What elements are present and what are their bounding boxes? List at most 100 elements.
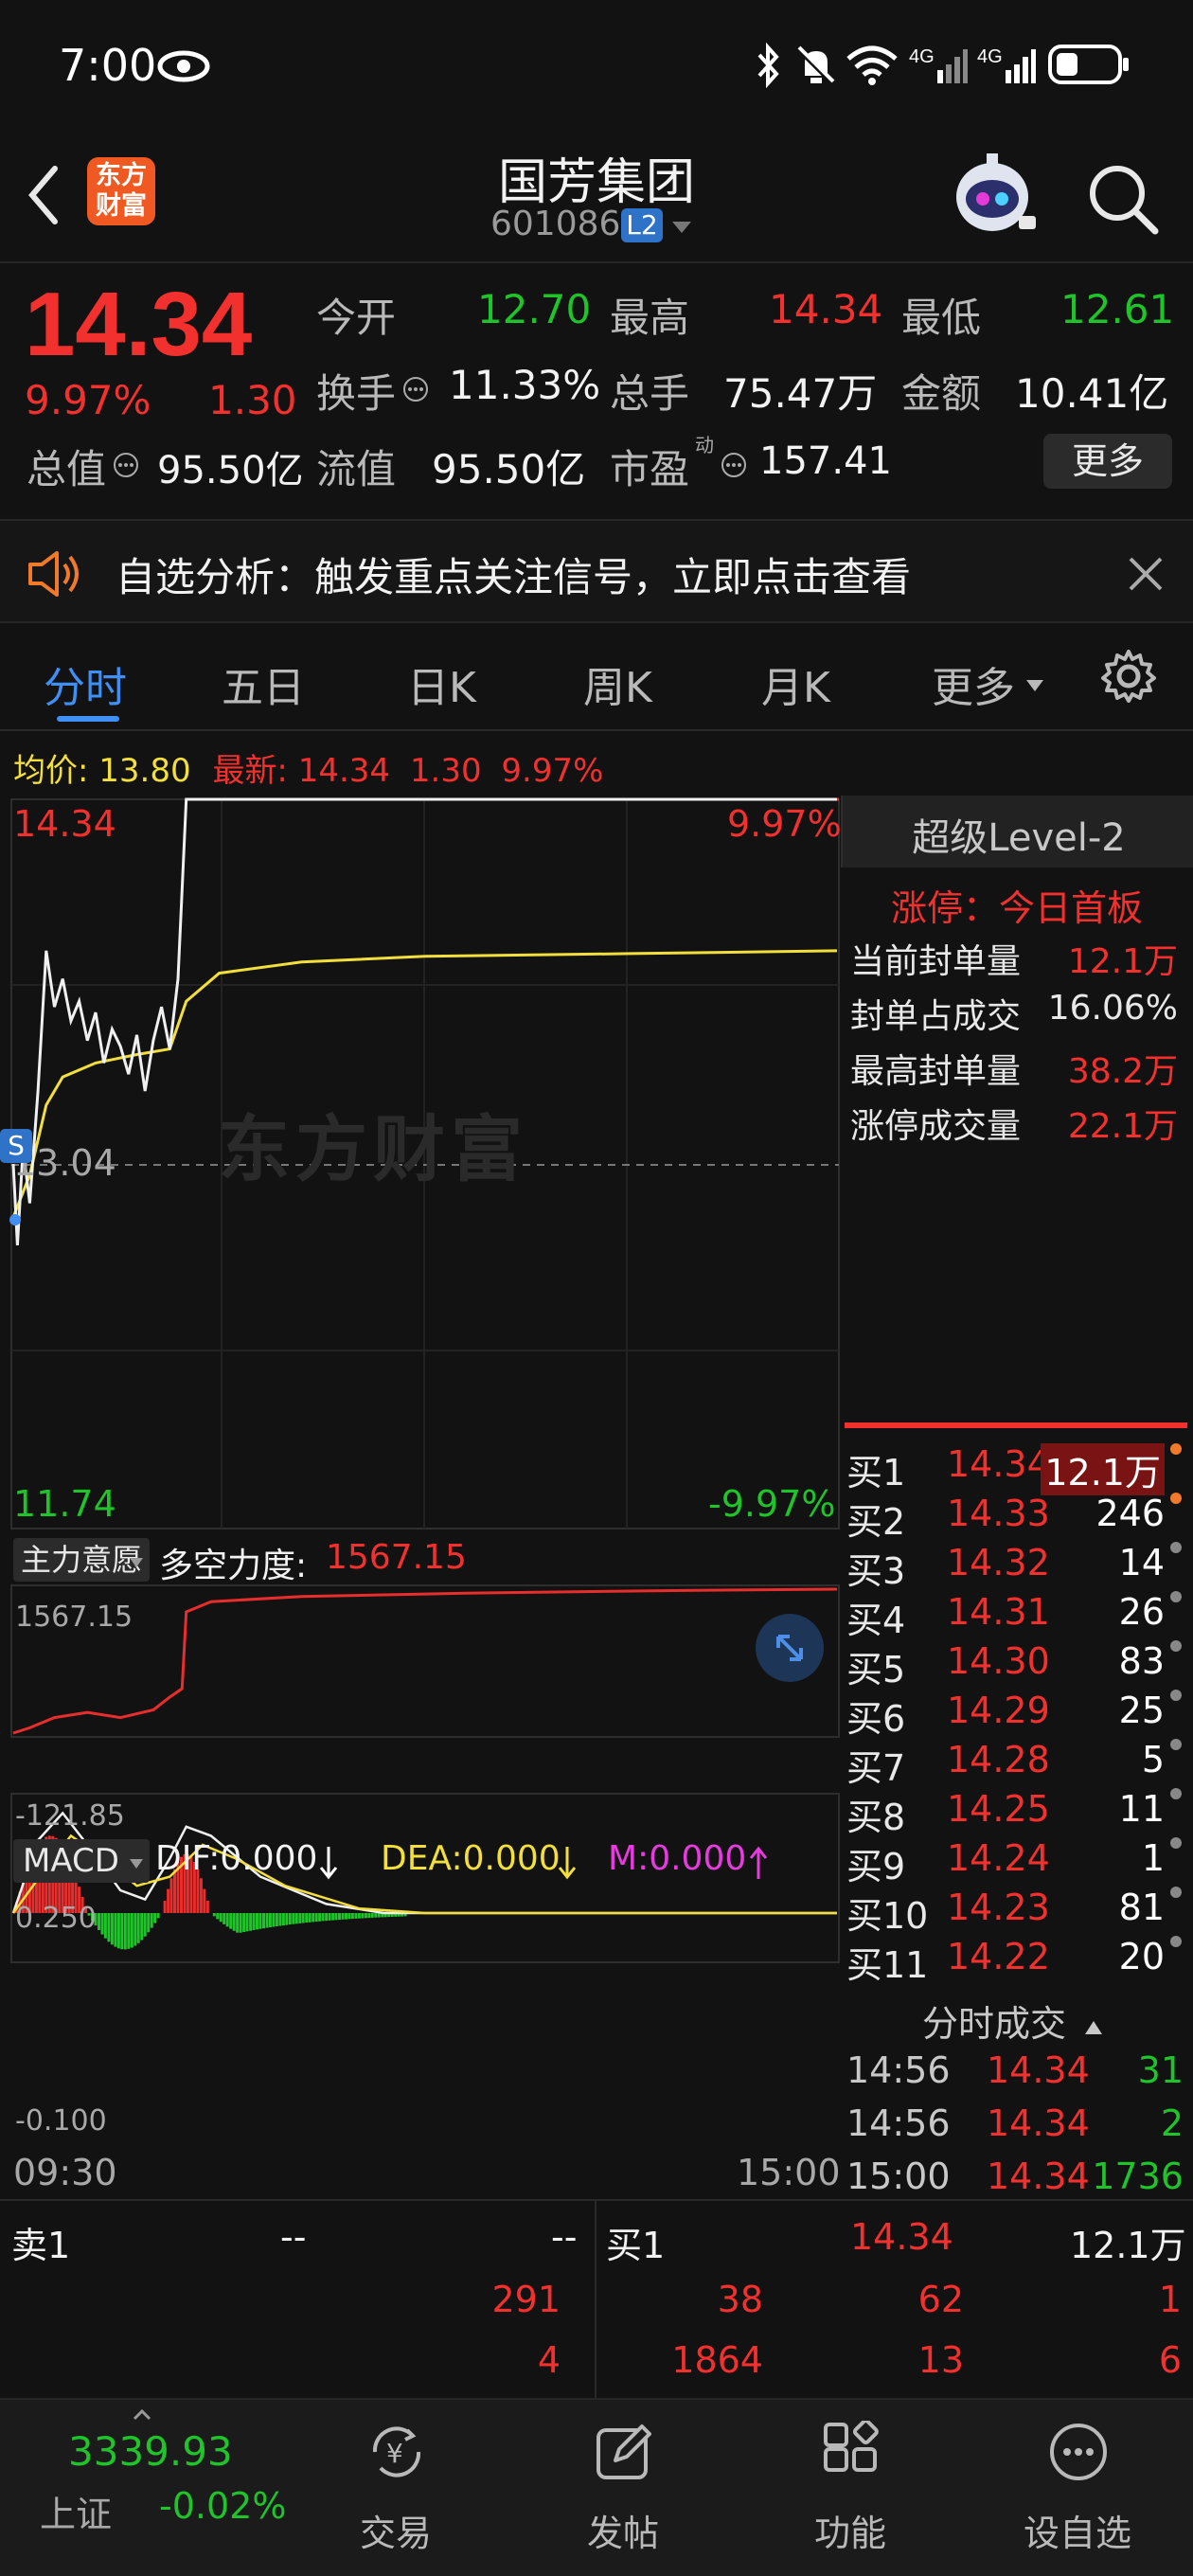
limit-up-status: 涨停：今日首板 bbox=[890, 887, 1143, 929]
active-tab-indicator bbox=[57, 716, 119, 722]
close-icon[interactable] bbox=[1127, 555, 1165, 593]
status-dot bbox=[1170, 1493, 1182, 1504]
orderbook-level: 买6 bbox=[846, 1698, 906, 1740]
avg-label: 均价: bbox=[13, 752, 89, 790]
orderbook-row[interactable]: 买10 14.23 81 bbox=[845, 1887, 1193, 1937]
orderbook-row[interactable]: 买2 14.33 246 bbox=[845, 1493, 1193, 1543]
tick-row: 14:56 14.34 31 bbox=[846, 2049, 1193, 2099]
tick-price: 14.34 bbox=[987, 2156, 1090, 2197]
orderbook-row[interactable]: 买7 14.28 5 bbox=[845, 1739, 1193, 1789]
arrow-down-icon bbox=[558, 1847, 577, 1880]
analysis-banner[interactable]: 自选分析：触发重点关注信号，立即点击查看 bbox=[0, 519, 1193, 623]
index-value[interactable]: 3339.93 bbox=[68, 2428, 233, 2475]
index-pct[interactable]: -0.02% bbox=[159, 2485, 286, 2527]
tick-time: 15:00 bbox=[846, 2156, 951, 2197]
last-price: 14.34 bbox=[25, 274, 253, 375]
amount-label: 金额 bbox=[901, 370, 982, 417]
chevron-down-icon[interactable] bbox=[670, 220, 693, 235]
macd-m: M:0.000 bbox=[608, 1839, 747, 1878]
logo-text-1: 东方 bbox=[96, 161, 147, 190]
tab-weekly-k[interactable]: 周K bbox=[583, 653, 652, 714]
bottom-book-cell: 4 bbox=[537, 2339, 561, 2381]
tab-daily-k[interactable]: 日K bbox=[407, 653, 476, 714]
svg-text:4G: 4G bbox=[909, 46, 935, 67]
nav-add-watchlist-label: 设自选 bbox=[1023, 2513, 1131, 2554]
level2-stat-label: 当前封单量 bbox=[850, 942, 1022, 981]
level2-stat-label: 涨停成交量 bbox=[850, 1107, 1022, 1146]
orderbook-row[interactable]: 买5 14.30 83 bbox=[845, 1640, 1193, 1690]
high-value: 14.34 bbox=[769, 286, 883, 332]
latest-pct: 9.97% bbox=[501, 752, 604, 790]
status-bar: 7:00 4G 4G bbox=[0, 0, 1193, 142]
level2-title-bar[interactable]: 超级Level-2 bbox=[841, 796, 1193, 868]
expand-icon[interactable] bbox=[754, 1612, 826, 1684]
eastmoney-logo[interactable]: 东方 财富 bbox=[87, 157, 155, 225]
chevron-up-icon[interactable] bbox=[133, 2409, 151, 2421]
ticks-title-text: 分时成交 bbox=[921, 2003, 1066, 2045]
signal-badge[interactable]: S bbox=[0, 1129, 32, 1163]
level2-stat-value: 38.2万 bbox=[1067, 1052, 1178, 1091]
wifi-icon bbox=[846, 45, 898, 85]
ticks-title[interactable]: 分时成交 bbox=[852, 1995, 1174, 2047]
svg-text:¥: ¥ bbox=[386, 2438, 403, 2469]
signal-4g-icon: 4G bbox=[909, 46, 968, 83]
chart-bottom-price: 11.74 bbox=[13, 1483, 116, 1525]
avg-value: 13.80 bbox=[98, 752, 191, 790]
status-dot bbox=[1170, 1837, 1182, 1849]
status-dot bbox=[1170, 1739, 1182, 1750]
orderbook-row[interactable]: 买9 14.24 1 bbox=[845, 1837, 1193, 1887]
orderbook-row[interactable]: 买4 14.31 26 bbox=[845, 1591, 1193, 1641]
dropdown-arrow-icon[interactable] bbox=[129, 1557, 144, 1568]
chart-top-pct: 9.97% bbox=[727, 803, 842, 845]
status-dot bbox=[1170, 1690, 1182, 1701]
start-time: 09:30 bbox=[13, 2152, 117, 2193]
float-label: 流值 bbox=[316, 446, 397, 492]
info-icon[interactable] bbox=[112, 451, 140, 479]
high-label: 最高 bbox=[610, 295, 690, 341]
gear-icon[interactable] bbox=[1100, 648, 1157, 705]
orderbook-row[interactable]: 买6 14.29 25 bbox=[845, 1690, 1193, 1740]
stock-header: 东方 财富 国芳集团 601086 L2 bbox=[0, 142, 1193, 263]
l2-badge: L2 bbox=[621, 208, 663, 242]
orderbook-price: 14.23 bbox=[947, 1887, 1050, 1928]
info-icon[interactable] bbox=[401, 375, 430, 403]
info-icon[interactable] bbox=[720, 451, 748, 479]
orderbook-row[interactable]: 买11 14.22 20 bbox=[845, 1936, 1193, 1986]
orderbook-price: 14.33 bbox=[947, 1493, 1050, 1534]
tab-five-day[interactable]: 五日 bbox=[222, 653, 305, 714]
dropdown-arrow-icon[interactable] bbox=[1024, 678, 1045, 693]
watermark: 东方财富 bbox=[218, 1107, 528, 1191]
orderbook-qty: 26 bbox=[1118, 1591, 1165, 1633]
buy1-label: 买1 bbox=[606, 2225, 666, 2266]
tab-intraday[interactable]: 分时 bbox=[44, 653, 127, 714]
robot-assistant-icon[interactable] bbox=[947, 150, 1038, 241]
orderbook-level: 买7 bbox=[846, 1747, 906, 1789]
indicator-label: 多空力度: bbox=[159, 1547, 308, 1585]
chart-canvas[interactable] bbox=[0, 796, 843, 2000]
dropdown-arrow-icon[interactable] bbox=[129, 1858, 144, 1869]
tab-more[interactable]: 更多 bbox=[932, 653, 1015, 714]
orderbook-row[interactable]: 买3 14.32 14 bbox=[845, 1542, 1193, 1592]
orderbook-level: 买8 bbox=[846, 1797, 906, 1838]
index-name[interactable]: 上证 bbox=[40, 2485, 112, 2537]
indicator-max: 1567.15 bbox=[15, 1601, 134, 1634]
search-icon[interactable] bbox=[1085, 161, 1161, 237]
bottom-book-cell: 1 bbox=[1158, 2279, 1182, 2320]
back-arrow-icon[interactable] bbox=[25, 163, 62, 227]
low-value: 12.61 bbox=[1060, 286, 1175, 332]
orderbook-price: 14.28 bbox=[947, 1739, 1050, 1780]
orderbook-row[interactable]: 买1 14.34 12.1万 bbox=[845, 1443, 1193, 1495]
buy1-qty: 12.1万 bbox=[1070, 2225, 1186, 2266]
orderbook-level: 买1 bbox=[846, 1452, 906, 1494]
orderbook-qty: 246 bbox=[1095, 1493, 1165, 1534]
more-button[interactable]: 更多 bbox=[1043, 434, 1172, 489]
orderbook-qty: 81 bbox=[1118, 1887, 1165, 1928]
logo-text-2: 财富 bbox=[96, 191, 147, 221]
tick-volume: 2 bbox=[1160, 2102, 1184, 2144]
orderbook-qty: 11 bbox=[1118, 1788, 1165, 1830]
status-dot bbox=[1170, 1591, 1182, 1602]
orderbook-row[interactable]: 买8 14.25 11 bbox=[845, 1788, 1193, 1838]
orderbook-level: 买3 bbox=[846, 1550, 906, 1592]
tab-monthly-k[interactable]: 月K bbox=[761, 653, 830, 714]
orderbook-level: 买4 bbox=[846, 1600, 906, 1641]
